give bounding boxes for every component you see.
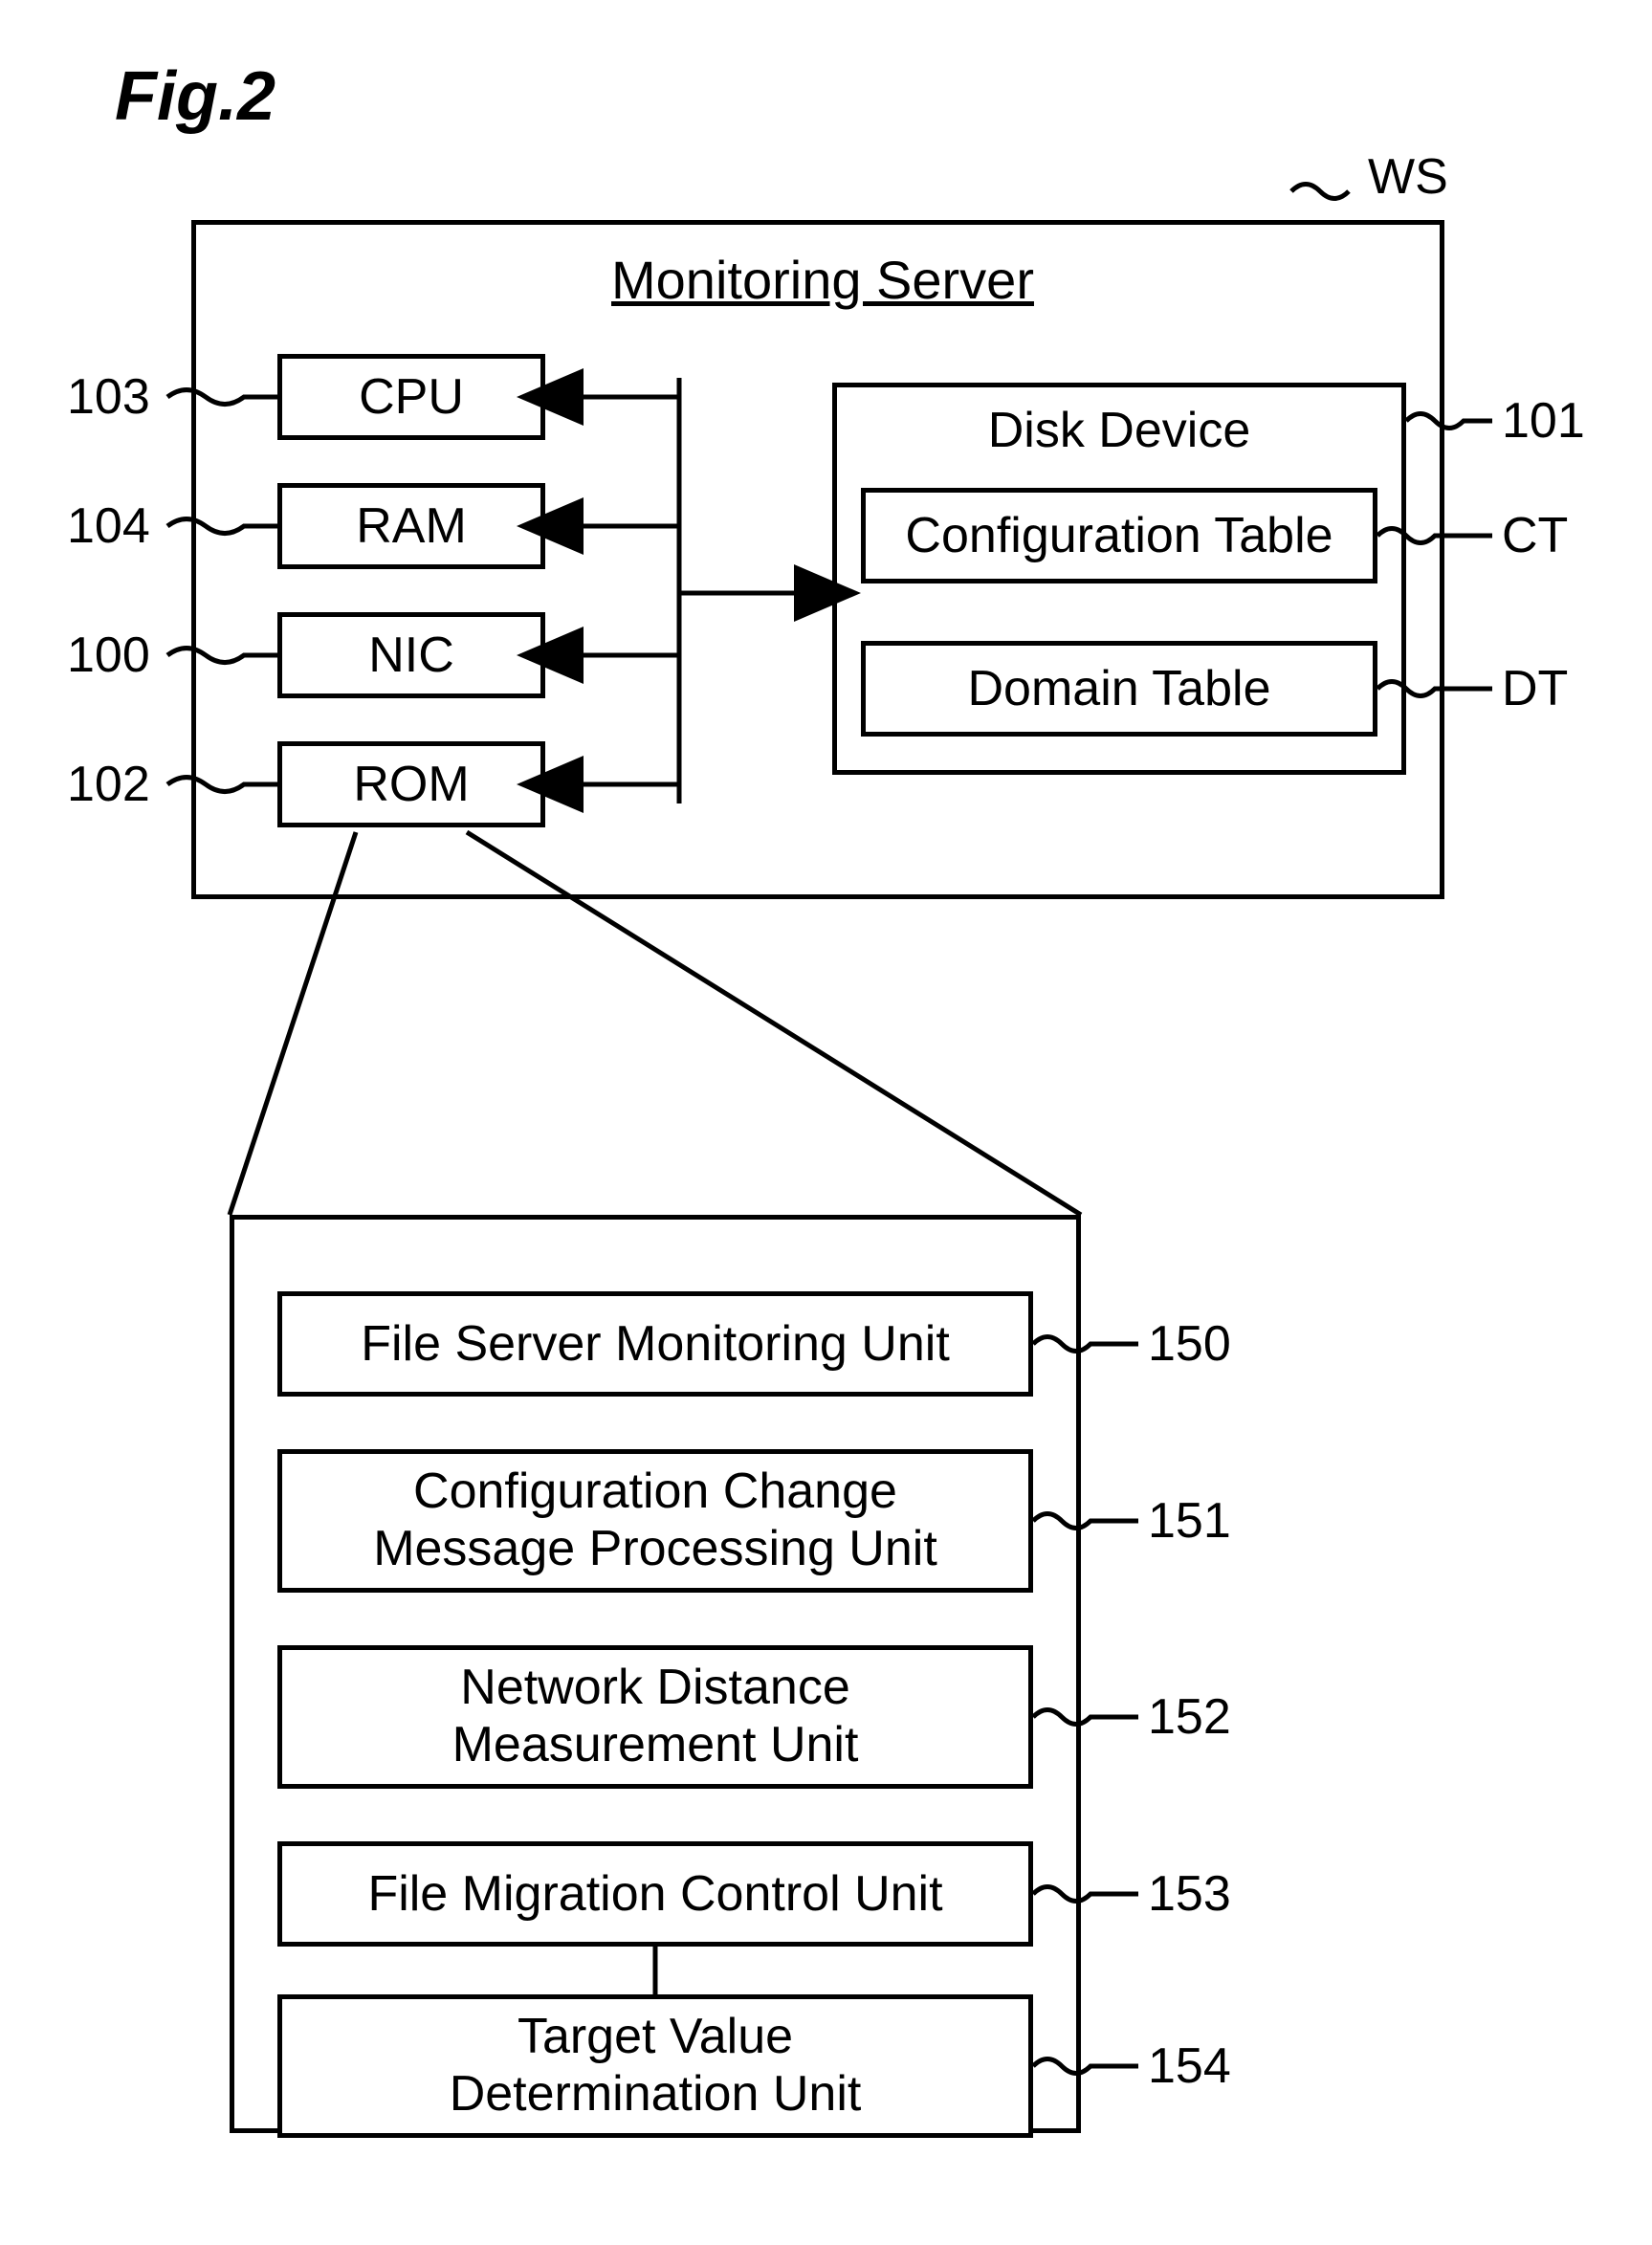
unit-153-text: File Migration Control Unit: [277, 1865, 1033, 1923]
ref-153: 153: [1148, 1865, 1231, 1923]
unit-154-text: Target Value Determination Unit: [277, 2009, 1033, 2124]
ref-ct: CT: [1502, 507, 1568, 564]
figure-title: Fig.2: [115, 57, 275, 136]
rom-text: ROM: [277, 756, 545, 813]
ref-104: 104: [67, 497, 150, 555]
ref-101: 101: [1502, 392, 1585, 450]
nic-text: NIC: [277, 627, 545, 684]
ref-150: 150: [1148, 1315, 1231, 1373]
ws-label: WS: [1368, 148, 1448, 206]
unit-152-text: Network Distance Measurement Unit: [277, 1660, 1033, 1774]
ram-text: RAM: [277, 497, 545, 555]
ref-102: 102: [67, 756, 150, 813]
ref-dt: DT: [1502, 660, 1568, 717]
ref-154: 154: [1148, 2037, 1231, 2095]
unit-150-text: File Server Monitoring Unit: [277, 1315, 1033, 1373]
ref-152: 152: [1148, 1688, 1231, 1746]
configuration-table-text: Configuration Table: [861, 507, 1377, 564]
ref-100: 100: [67, 627, 150, 684]
ref-103: 103: [67, 368, 150, 426]
cpu-text: CPU: [277, 368, 545, 426]
ref-151: 151: [1148, 1492, 1231, 1550]
domain-table-text: Domain Table: [861, 660, 1377, 717]
disk-device-title: Disk Device: [832, 402, 1406, 459]
unit-151-text: Configuration Change Message Processing …: [277, 1464, 1033, 1578]
monitoring-server-title: Monitoring Server: [584, 249, 1062, 311]
